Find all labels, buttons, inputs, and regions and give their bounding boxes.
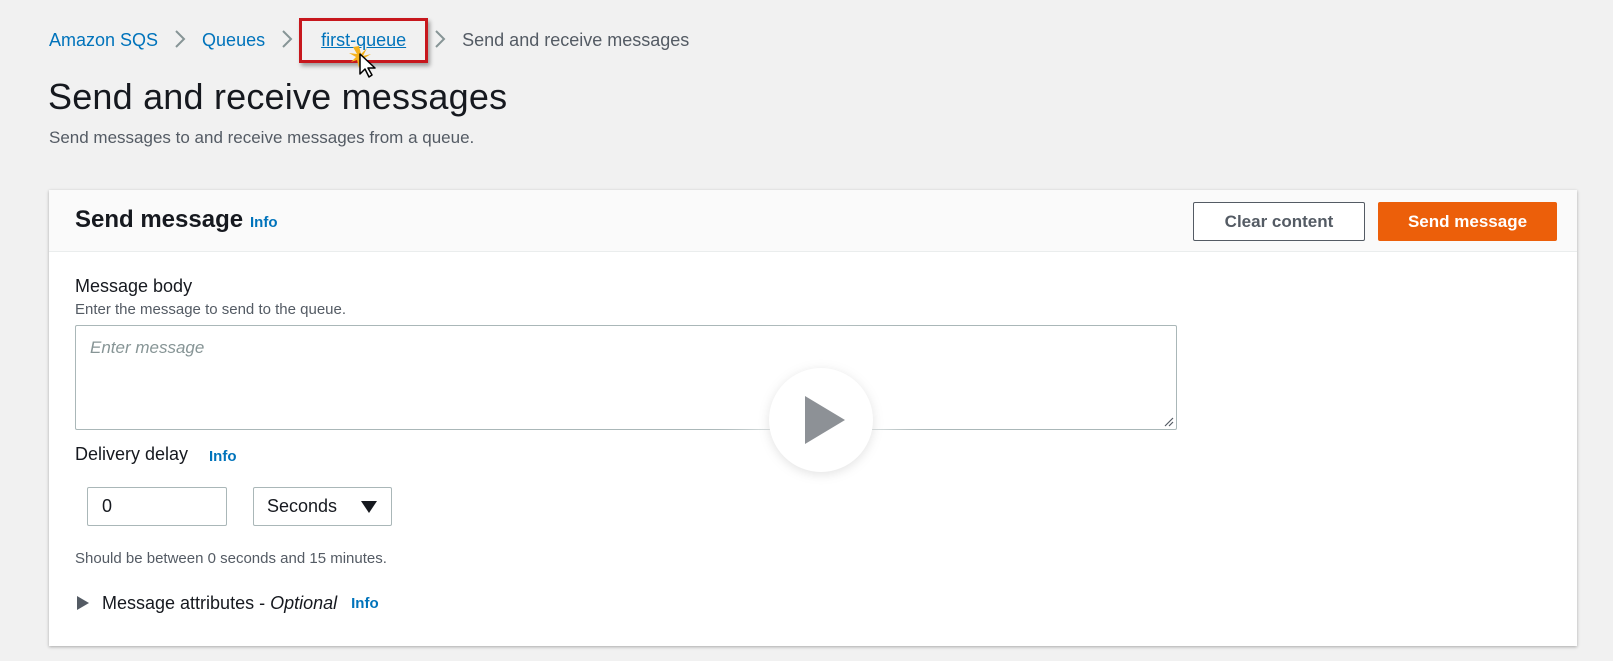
message-body-textarea[interactable]: Enter message xyxy=(75,325,1177,430)
message-attributes-expander[interactable]: Message attributes - Optional Info xyxy=(77,591,379,615)
mouse-pointer-icon xyxy=(349,45,376,78)
message-attributes-info-link[interactable]: Info xyxy=(351,595,379,612)
delivery-delay-info-link[interactable]: Info xyxy=(209,448,237,465)
delivery-delay-label: Delivery delay xyxy=(75,444,189,464)
delivery-delay-unit-value: Seconds xyxy=(267,496,338,516)
breadcrumb: Amazon SQS Queues first-queue Send and r… xyxy=(49,17,690,78)
delivery-delay-input[interactable]: 0 xyxy=(87,487,227,526)
message-body-description: Enter the message to send to the queue. xyxy=(75,301,347,318)
message-attributes-label: Message attributes - xyxy=(102,592,266,613)
message-attributes-optional: Optional xyxy=(270,592,338,613)
play-icon xyxy=(805,396,845,444)
message-body-label: Message body xyxy=(75,276,193,296)
panel-title: Send message xyxy=(75,206,244,233)
page-description: Send messages to and receive messages fr… xyxy=(49,128,475,147)
caret-right-icon xyxy=(77,596,89,610)
page-title: Send and receive messages xyxy=(48,76,508,117)
panel-header: Send message Info Clear content Send mes… xyxy=(49,190,1577,252)
delivery-delay-hint: Should be between 0 seconds and 15 minut… xyxy=(75,550,387,567)
breadcrumb-amazon-sqs[interactable]: Amazon SQS xyxy=(49,30,158,51)
breadcrumb-current: Send and receive messages xyxy=(462,29,690,50)
delivery-delay-unit-select[interactable]: Seconds xyxy=(253,487,392,526)
message-body-placeholder: Enter message xyxy=(90,338,205,357)
send-message-button[interactable]: Send message xyxy=(1378,202,1557,241)
breadcrumb-queues[interactable]: Queues xyxy=(202,30,265,51)
chevron-right-icon xyxy=(158,29,202,51)
clear-content-button[interactable]: Clear content xyxy=(1193,202,1365,241)
send-message-info-link[interactable]: Info xyxy=(250,214,278,231)
video-play-button[interactable] xyxy=(769,368,873,472)
breadcrumb-highlight: first-queue xyxy=(299,17,429,78)
resize-grip-icon[interactable] xyxy=(1162,415,1174,427)
caret-down-icon xyxy=(361,501,377,513)
